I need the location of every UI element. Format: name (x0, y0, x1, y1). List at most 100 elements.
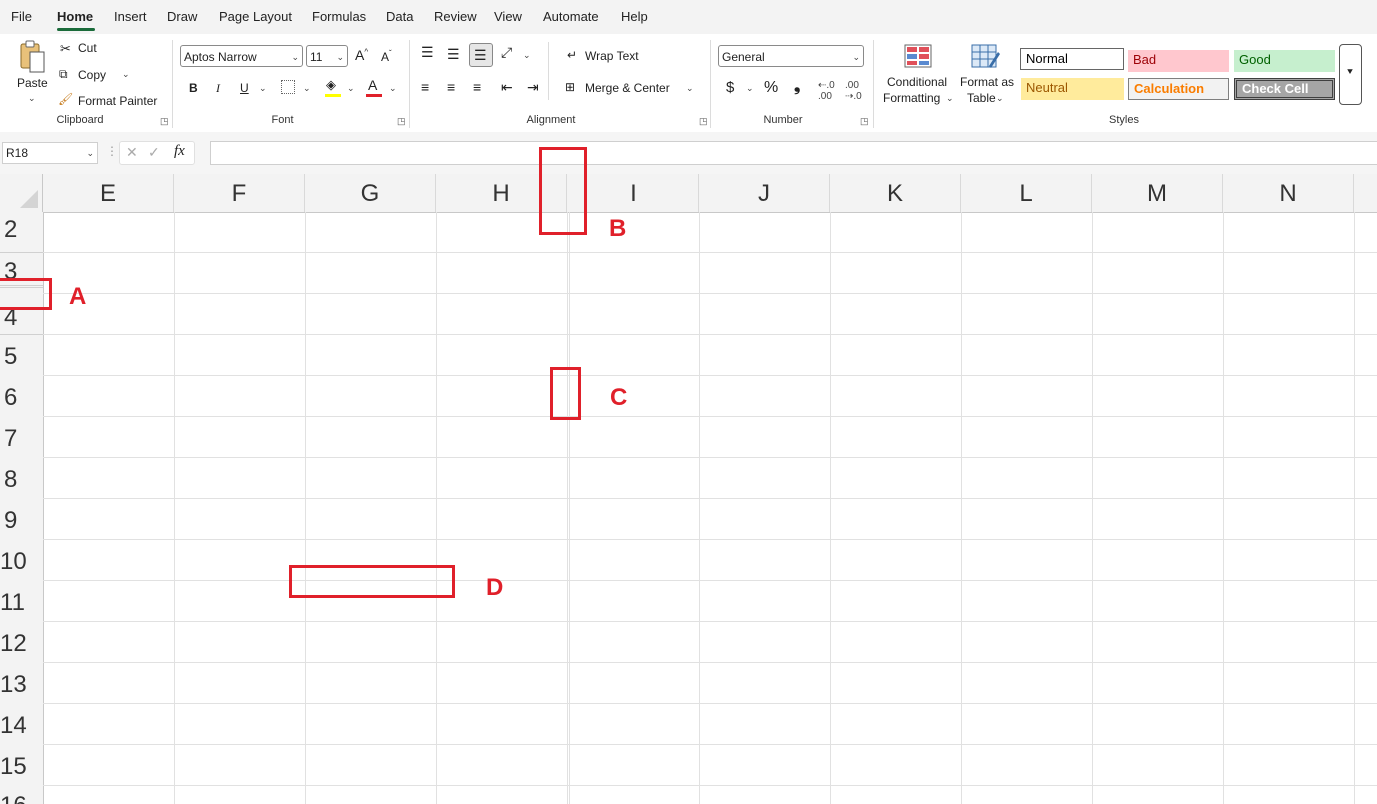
row-header-15[interactable]: 15 (0, 753, 43, 781)
underline-button[interactable]: U (240, 81, 249, 95)
font-color-icon[interactable]: A (368, 77, 377, 93)
tab-review[interactable]: Review (434, 9, 477, 24)
row-header-5[interactable]: 5 (0, 343, 43, 371)
italic-button[interactable]: I (216, 81, 220, 96)
alignment-launcher-icon[interactable]: ◳ (699, 116, 708, 127)
align-center-icon[interactable]: ≡ (447, 79, 455, 95)
format-as-table-label[interactable]: Format as (960, 75, 1014, 89)
cut-icon[interactable]: ✂ (60, 41, 71, 57)
borders-icon[interactable] (281, 80, 295, 94)
format-painter-button[interactable]: Format Painter (78, 94, 157, 108)
tab-help[interactable]: Help (621, 9, 648, 24)
style-normal[interactable]: Normal (1020, 48, 1124, 70)
style-bad[interactable]: Bad (1128, 50, 1229, 72)
style-check-cell[interactable]: Check Cell (1234, 78, 1335, 100)
tab-draw[interactable]: Draw (167, 9, 197, 24)
merge-center-button[interactable]: Merge & Center (585, 81, 670, 95)
tab-insert[interactable]: Insert (114, 9, 147, 24)
styles-more-button[interactable]: ⯆ (1339, 44, 1362, 105)
tab-data[interactable]: Data (386, 9, 413, 24)
row-header-16[interactable]: 16 (0, 792, 43, 804)
tab-file[interactable]: File (11, 9, 32, 24)
chevron-down-icon[interactable]: ⌄ (946, 93, 954, 104)
font-launcher-icon[interactable]: ◳ (397, 116, 406, 127)
orientation-icon[interactable]: ⤢ (501, 44, 512, 61)
row-header-7[interactable]: 7 (0, 425, 43, 453)
enter-icon[interactable]: ✓ (148, 144, 160, 161)
align-bottom-button[interactable]: ☰ (469, 43, 493, 67)
insert-function-button[interactable]: fx (174, 143, 185, 160)
column-header-l[interactable]: L (961, 174, 1092, 212)
merge-center-icon[interactable]: ⊞ (565, 80, 575, 94)
row-header-13[interactable]: 13 (0, 671, 43, 699)
percent-button[interactable]: % (764, 79, 778, 97)
currency-dropdown-icon[interactable]: ⌄ (746, 83, 754, 94)
row-header-8[interactable]: 8 (0, 466, 43, 494)
conditional-formatting-icon[interactable] (904, 44, 932, 72)
align-right-icon[interactable]: ≡ (473, 79, 481, 95)
font-size-select[interactable]: 11 ⌄ (306, 45, 348, 67)
decrease-decimal-icon[interactable]: .00 ⇢.0 (845, 80, 862, 102)
column-header-i[interactable]: I (569, 174, 699, 212)
column-header-g[interactable]: G (305, 174, 436, 212)
wrap-text-button[interactable]: Wrap Text (585, 49, 639, 63)
row-header-12[interactable]: 12 (0, 630, 43, 658)
number-launcher-icon[interactable]: ◳ (860, 116, 869, 127)
increase-decimal-icon[interactable]: ⇠.0.00 (818, 80, 835, 102)
copy-button[interactable]: Copy (78, 68, 106, 82)
column-header-k[interactable]: K (830, 174, 961, 212)
row-header-9[interactable]: 9 (0, 507, 43, 535)
column-header-f[interactable]: F (174, 174, 305, 212)
conditional-formatting-label[interactable]: Conditional (887, 75, 947, 89)
paste-button[interactable] (18, 40, 46, 76)
style-calculation[interactable]: Calculation (1128, 78, 1229, 100)
tab-home[interactable]: Home (57, 9, 93, 24)
format-painter-icon[interactable]: 🖌 (58, 92, 73, 106)
wrap-text-icon[interactable]: ↵ (567, 48, 577, 62)
column-header-j[interactable]: J (699, 174, 830, 212)
column-header-e[interactable]: E (43, 174, 174, 212)
decrease-indent-icon[interactable]: ⇤ (501, 79, 513, 96)
merge-dropdown-icon[interactable]: ⌄ (686, 83, 694, 94)
fill-color-icon[interactable]: ◈ (326, 77, 336, 93)
increase-font-size-icon[interactable]: A^ (355, 47, 368, 63)
font-color-dropdown-icon[interactable]: ⌄ (389, 83, 397, 94)
row-header-6[interactable]: 6 (0, 384, 43, 412)
copy-dropdown-icon[interactable]: ⌄ (122, 69, 130, 80)
paste-label[interactable]: Paste (17, 76, 48, 90)
column-header-n[interactable]: N (1223, 174, 1354, 212)
align-top-icon[interactable]: ☰ (421, 44, 434, 61)
name-box[interactable]: R18 ⌄ (2, 142, 98, 164)
decrease-font-size-icon[interactable]: Aˇ (381, 49, 392, 64)
row-header-10[interactable]: 10 (0, 548, 43, 576)
copy-icon[interactable]: ⧉ (59, 67, 68, 82)
comma-style-button[interactable]: ❟ (794, 78, 800, 96)
tab-formulas[interactable]: Formulas (312, 9, 366, 24)
tab-page-layout[interactable]: Page Layout (219, 9, 292, 24)
paste-dropdown-icon[interactable]: ⌄ (28, 93, 36, 104)
row-header-14[interactable]: 14 (0, 712, 43, 740)
chevron-down-icon[interactable]: ⌄ (996, 93, 1004, 104)
fill-color-dropdown-icon[interactable]: ⌄ (347, 83, 355, 94)
currency-button[interactable]: $ (726, 79, 734, 96)
tab-automate[interactable]: Automate (543, 9, 599, 24)
column-header-m[interactable]: M (1092, 174, 1223, 212)
select-all-button[interactable] (0, 174, 43, 212)
orientation-dropdown-icon[interactable]: ⌄ (523, 50, 531, 61)
align-left-icon[interactable]: ≡ (421, 79, 429, 95)
cut-button[interactable]: Cut (78, 41, 97, 55)
row-header-2[interactable]: 2 (0, 216, 43, 244)
clipboard-launcher-icon[interactable]: ◳ (160, 116, 169, 127)
font-name-select[interactable]: Aptos Narrow ⌄ (180, 45, 303, 67)
format-as-table-label-2[interactable]: Table (967, 91, 996, 105)
underline-dropdown-icon[interactable]: ⌄ (259, 83, 267, 94)
cancel-icon[interactable]: ✕ (126, 144, 138, 161)
formula-input[interactable] (210, 141, 1377, 165)
row-header-3[interactable]: 3 (0, 258, 43, 278)
style-good[interactable]: Good (1234, 50, 1335, 72)
conditional-formatting-label-2[interactable]: Formatting (883, 91, 940, 105)
tab-view[interactable]: View (494, 9, 522, 24)
number-format-select[interactable]: General ⌄ (718, 45, 864, 67)
align-middle-icon[interactable]: ☰ (447, 46, 460, 63)
increase-indent-icon[interactable]: ⇥ (527, 79, 539, 96)
